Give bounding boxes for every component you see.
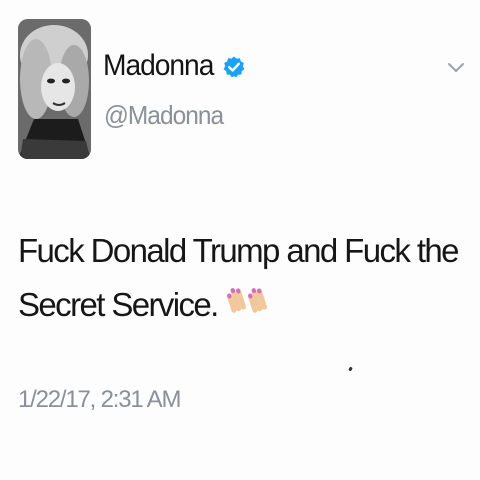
tweet-text: Fuck Donald Trump and Fuck the Secret Se… bbox=[18, 224, 466, 334]
display-name[interactable]: Madonna bbox=[103, 48, 214, 84]
tweet-timestamp[interactable]: 1/22/17, 2:31 AM bbox=[18, 386, 181, 414]
user-handle[interactable]: @Madonna bbox=[104, 100, 224, 131]
verified-badge-icon bbox=[224, 56, 245, 77]
painted-nails-emoji bbox=[224, 280, 268, 334]
image-speck bbox=[348, 366, 353, 372]
chevron-down-icon[interactable] bbox=[446, 61, 466, 75]
avatar[interactable] bbox=[18, 19, 91, 159]
user-name-row: Madonna bbox=[103, 48, 246, 84]
